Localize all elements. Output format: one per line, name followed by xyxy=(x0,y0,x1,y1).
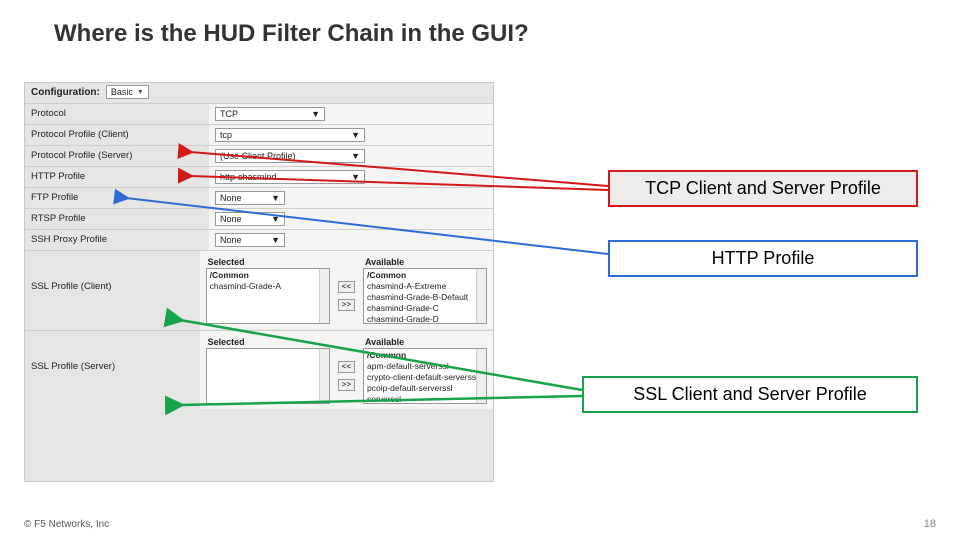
rtsp-label: RTSP Profile xyxy=(25,209,209,228)
move-right-button[interactable]: >> xyxy=(338,379,355,391)
common-header: /Common xyxy=(367,350,483,361)
pp-server-value: (Use Client Profile) xyxy=(220,151,296,161)
move-left-button[interactable]: << xyxy=(338,361,355,373)
http-select[interactable]: http-chasmind ▼ xyxy=(215,170,365,184)
config-select[interactable]: Basic ▼ xyxy=(106,85,149,99)
list-item[interactable]: crypto-client-default-serverssl xyxy=(367,372,483,383)
chevron-down-icon: ▼ xyxy=(271,193,280,203)
page-number: 18 xyxy=(924,518,936,530)
scrollbar[interactable] xyxy=(319,269,329,323)
ftp-label: FTP Profile xyxy=(25,188,209,207)
pp-server-label: Protocol Profile (Server) xyxy=(25,146,209,165)
chevron-down-icon: ▼ xyxy=(311,109,320,119)
pp-client-value: tcp xyxy=(220,130,232,140)
ssl-server-available-list[interactable]: /Common apm-default-serverssl crypto-cli… xyxy=(363,348,487,404)
protocol-value: TCP xyxy=(220,109,238,119)
config-value: Basic xyxy=(111,87,133,97)
http-value: http-chasmind xyxy=(220,172,277,182)
ssl-client-available-list[interactable]: /Common chasmind-A-Extreme chasmind-Grad… xyxy=(363,268,487,324)
scrollbar[interactable] xyxy=(476,349,486,403)
list-item[interactable]: apm-default-serverssl xyxy=(367,361,483,372)
protocol-select[interactable]: TCP ▼ xyxy=(215,107,325,121)
list-item[interactable]: chasmind-Grade-D xyxy=(367,314,483,324)
list-item[interactable]: chasmind-Grade-A xyxy=(210,281,326,292)
ssl-server-selected-list[interactable] xyxy=(206,348,330,404)
selected-header: Selected xyxy=(206,336,330,348)
pp-server-select[interactable]: (Use Client Profile) ▼ xyxy=(215,149,365,163)
http-label: HTTP Profile xyxy=(25,167,209,186)
rtsp-select[interactable]: None ▼ xyxy=(215,212,285,226)
list-item[interactable]: serverssl xyxy=(367,394,483,404)
available-header: Available xyxy=(363,336,487,348)
page-title: Where is the HUD Filter Chain in the GUI… xyxy=(54,20,529,48)
ftp-select[interactable]: None ▼ xyxy=(215,191,285,205)
ssh-label: SSH Proxy Profile xyxy=(25,230,209,249)
common-header: /Common xyxy=(367,270,483,281)
pp-client-select[interactable]: tcp ▼ xyxy=(215,128,365,142)
selected-header: Selected xyxy=(206,256,330,268)
chevron-down-icon: ▼ xyxy=(137,89,144,96)
move-left-button[interactable]: << xyxy=(338,281,355,293)
list-item[interactable]: chasmind-Grade-B-Default xyxy=(367,292,483,303)
config-label: Configuration: xyxy=(31,87,100,98)
protocol-label: Protocol xyxy=(25,104,209,123)
common-header: /Common xyxy=(210,270,326,281)
chevron-down-icon: ▼ xyxy=(271,235,280,245)
annot-tcp: TCP Client and Server Profile xyxy=(608,170,918,207)
list-item[interactable]: chasmind-A-Extreme xyxy=(367,281,483,292)
available-header: Available xyxy=(363,256,487,268)
rtsp-value: None xyxy=(220,214,242,224)
ssh-select[interactable]: None ▼ xyxy=(215,233,285,247)
scrollbar[interactable] xyxy=(476,269,486,323)
ftp-value: None xyxy=(220,193,242,203)
ssh-value: None xyxy=(220,235,242,245)
chevron-down-icon: ▼ xyxy=(351,130,360,140)
footer-copyright: © F5 Networks, Inc xyxy=(24,519,109,530)
chevron-down-icon: ▼ xyxy=(271,214,280,224)
scrollbar[interactable] xyxy=(319,349,329,403)
annot-http: HTTP Profile xyxy=(608,240,918,277)
chevron-down-icon: ▼ xyxy=(351,172,360,182)
list-item[interactable]: pcoip-default-serverssl xyxy=(367,383,483,394)
chevron-down-icon: ▼ xyxy=(351,151,360,161)
ssl-server-label: SSL Profile (Server) xyxy=(25,331,200,376)
ssl-client-label: SSL Profile (Client) xyxy=(25,251,200,296)
config-panel: Configuration: Basic ▼ Protocol TCP ▼ Prot… xyxy=(24,82,494,482)
annot-ssl: SSL Client and Server Profile xyxy=(582,376,918,413)
pp-client-label: Protocol Profile (Client) xyxy=(25,125,209,144)
ssl-client-selected-list[interactable]: /Common chasmind-Grade-A xyxy=(206,268,330,324)
list-item[interactable]: chasmind-Grade-C xyxy=(367,303,483,314)
move-right-button[interactable]: >> xyxy=(338,299,355,311)
